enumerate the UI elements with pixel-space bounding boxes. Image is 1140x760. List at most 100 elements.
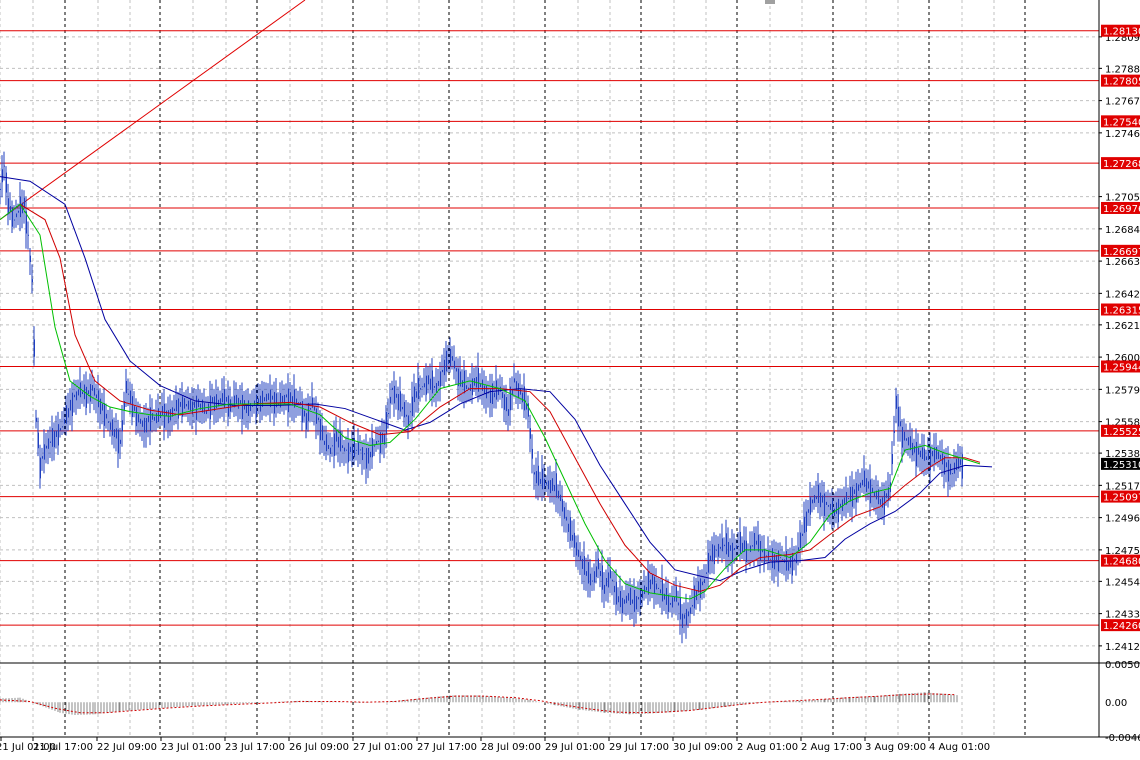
level-price-text: 1.27805 (1103, 77, 1140, 88)
level-price-text: 1.24680 (1103, 557, 1140, 568)
candle-body (583, 556, 585, 575)
candle-body (357, 441, 359, 455)
candle-body (761, 550, 763, 553)
candle-body (89, 384, 91, 402)
candle-body (443, 359, 445, 376)
candle-body (137, 414, 139, 423)
time-tick-label: 3 Aug 09:00 (865, 742, 926, 753)
candle-body (643, 585, 645, 595)
candle-body (265, 393, 267, 402)
candle-body (59, 428, 61, 431)
candle-body (541, 468, 543, 490)
candle-body (451, 356, 453, 361)
candle-body (937, 451, 939, 459)
candle-body (613, 585, 615, 593)
candle-body (193, 401, 195, 408)
oscillator-tick-label: 0.00506 (1105, 660, 1140, 671)
candle-body (949, 463, 951, 475)
candle-body (807, 509, 809, 513)
candle-body (959, 459, 961, 465)
candle-body (859, 482, 861, 488)
candle-body (505, 397, 507, 412)
candle-body (673, 596, 675, 602)
time-tick-label: 21 Jul 17:00 (33, 742, 93, 753)
price-tick-label: 1.26840 (1105, 225, 1140, 236)
candle-body (387, 413, 389, 415)
time-tick-label: 27 Jul 17:00 (417, 742, 477, 753)
candle-body (849, 486, 851, 502)
candle-body (27, 234, 29, 236)
candle-body (543, 478, 545, 489)
candle-body (677, 602, 679, 606)
candle-body (125, 381, 127, 394)
candle-body (651, 574, 653, 585)
candle-body (801, 533, 803, 536)
candle-body (615, 581, 617, 605)
candle-body (117, 429, 119, 454)
candle-body (545, 482, 547, 485)
candle-body (365, 448, 367, 469)
candle-body (581, 558, 583, 569)
trading-chart-window[interactable]: 1.280901.278851.276751.274651.270501.268… (0, 0, 1140, 756)
candle-body (623, 599, 625, 604)
price-chart-svg[interactable]: 1.280901.278851.276751.274651.270501.268… (0, 0, 1140, 756)
candle-body (635, 596, 637, 610)
candle-body (1, 169, 3, 183)
candle-body (289, 392, 291, 403)
candle-body (853, 489, 855, 494)
candle-body (589, 573, 591, 586)
candle-body (399, 391, 401, 412)
candle-body (529, 428, 531, 439)
candle-body (945, 462, 947, 468)
candle-body (437, 380, 439, 386)
candle-body (349, 446, 351, 452)
candle-body (379, 432, 381, 454)
candle-body (525, 404, 527, 410)
candle-body (689, 607, 691, 614)
candle-body (481, 379, 483, 391)
candle-body (189, 399, 191, 412)
candle-body (185, 403, 187, 407)
candle-body (817, 484, 819, 503)
candle-body (465, 385, 467, 390)
candle-body (659, 589, 661, 594)
candle-body (271, 395, 273, 400)
candle-body (329, 447, 331, 454)
candle-body (429, 378, 431, 390)
candle-body (453, 360, 455, 369)
candle-body (139, 418, 141, 424)
price-tick-label: 1.27050 (1105, 193, 1140, 204)
candle-body (711, 544, 713, 562)
candle-body (143, 417, 145, 433)
candle-body (333, 433, 335, 456)
candle-body (281, 395, 283, 403)
candle-body (815, 496, 817, 500)
candle-body (805, 511, 807, 532)
candle-body (669, 602, 671, 605)
candle-body (33, 339, 35, 357)
candle-body (591, 580, 593, 582)
candle-body (323, 440, 325, 445)
candle-body (319, 419, 321, 441)
candle-body (565, 516, 567, 521)
candle-body (101, 403, 103, 411)
candle-body (175, 399, 177, 412)
candle-body (803, 516, 805, 533)
candle-body (749, 545, 751, 553)
candle-body (821, 495, 823, 503)
candle-body (667, 594, 669, 612)
candle-body (395, 393, 397, 398)
candle-body (661, 579, 663, 602)
candle-body (423, 383, 425, 388)
candle-body (719, 546, 721, 549)
candle-body (225, 396, 227, 402)
candle-body (765, 555, 767, 557)
candle-body (569, 517, 571, 541)
level-price-text: 1.25944 (1103, 362, 1140, 373)
candle-body (787, 561, 789, 571)
candle-body (579, 555, 581, 561)
candle-body (551, 478, 553, 491)
candle-body (151, 413, 153, 420)
candle-body (483, 385, 485, 394)
candle-body (13, 219, 15, 221)
